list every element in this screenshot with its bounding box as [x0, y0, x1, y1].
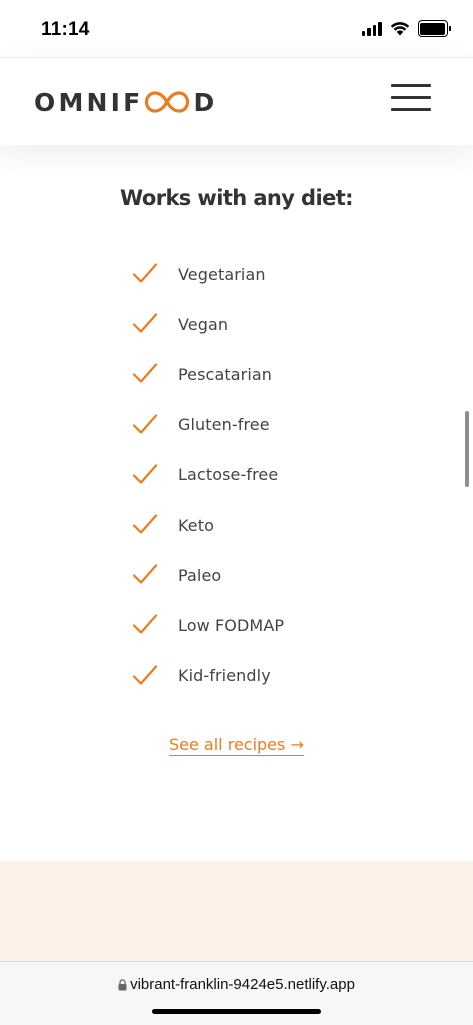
- home-indicator: [152, 1009, 321, 1014]
- diet-list-item: Pescatarian: [131, 349, 284, 399]
- status-time: 11:14: [41, 19, 90, 40]
- checkmark-icon: [132, 414, 158, 434]
- url-field[interactable]: vibrant-franklin-9424e5.netlify.app: [0, 976, 473, 993]
- signal-icon: [361, 21, 382, 36]
- diet-label: Keto: [178, 515, 215, 535]
- checkmark-icon: [132, 564, 158, 584]
- checkmark-icon: [132, 313, 158, 333]
- checkmark-icon: [132, 263, 158, 283]
- diet-list: Vegetarian Vegan Pescatarian Gluten-free Lac…: [131, 249, 284, 701]
- diet-label: Vegetarian: [178, 264, 266, 284]
- hamburger-menu-icon[interactable]: [390, 84, 432, 114]
- battery-icon: [417, 20, 451, 37]
- checkmark-icon: [132, 614, 158, 635]
- checkmark-icon: [132, 514, 158, 534]
- omnifood-logo[interactable]: OMNIF D: [34, 87, 217, 117]
- diet-list-item: Vegan: [131, 299, 284, 349]
- checkmark-icon: [132, 464, 158, 484]
- infinity-icon: [145, 91, 190, 113]
- scroll-indicator[interactable]: [465, 411, 469, 487]
- diets-section: Works with any diet: Vegetarian Vegan Pesc…: [0, 144, 473, 861]
- diet-list-item: Low FODMAP: [131, 600, 284, 650]
- lock-icon: [118, 978, 127, 990]
- logo-text-prefix: OMNIF: [34, 87, 144, 117]
- diet-label: Kid-friendly: [178, 666, 271, 686]
- diet-label: Lactose-free: [178, 465, 279, 485]
- url-text: vibrant-franklin-9424e5.netlify.app: [130, 976, 355, 993]
- diets-heading: Works with any diet:: [120, 186, 354, 210]
- browser-address-bar: vibrant-franklin-9424e5.netlify.app: [0, 961, 473, 1025]
- status-icons: [361, 20, 451, 37]
- diet-label: Pescatarian: [178, 364, 273, 384]
- diet-label: Gluten-free: [178, 415, 270, 435]
- diet-label: Paleo: [178, 565, 222, 585]
- wifi-icon: [390, 22, 409, 36]
- diet-list-item: Paleo: [131, 550, 284, 600]
- checkmark-icon: [132, 664, 158, 685]
- diet-list-item: Vegetarian: [131, 249, 284, 299]
- logo-text-suffix: D: [193, 87, 218, 117]
- diet-list-item: Keto: [131, 500, 284, 550]
- diet-label: Vegan: [178, 314, 229, 334]
- next-section: [0, 861, 473, 961]
- diet-label: Low FODMAP: [178, 615, 285, 635]
- checkmark-icon: [132, 363, 158, 384]
- diet-list-item: Lactose-free: [131, 450, 284, 500]
- diet-list-item: Gluten-free: [131, 400, 284, 450]
- diet-list-item: Kid-friendly: [131, 651, 284, 701]
- see-all-recipes-link[interactable]: See all recipes →: [169, 735, 304, 756]
- status-bar: 11:14: [0, 0, 473, 56]
